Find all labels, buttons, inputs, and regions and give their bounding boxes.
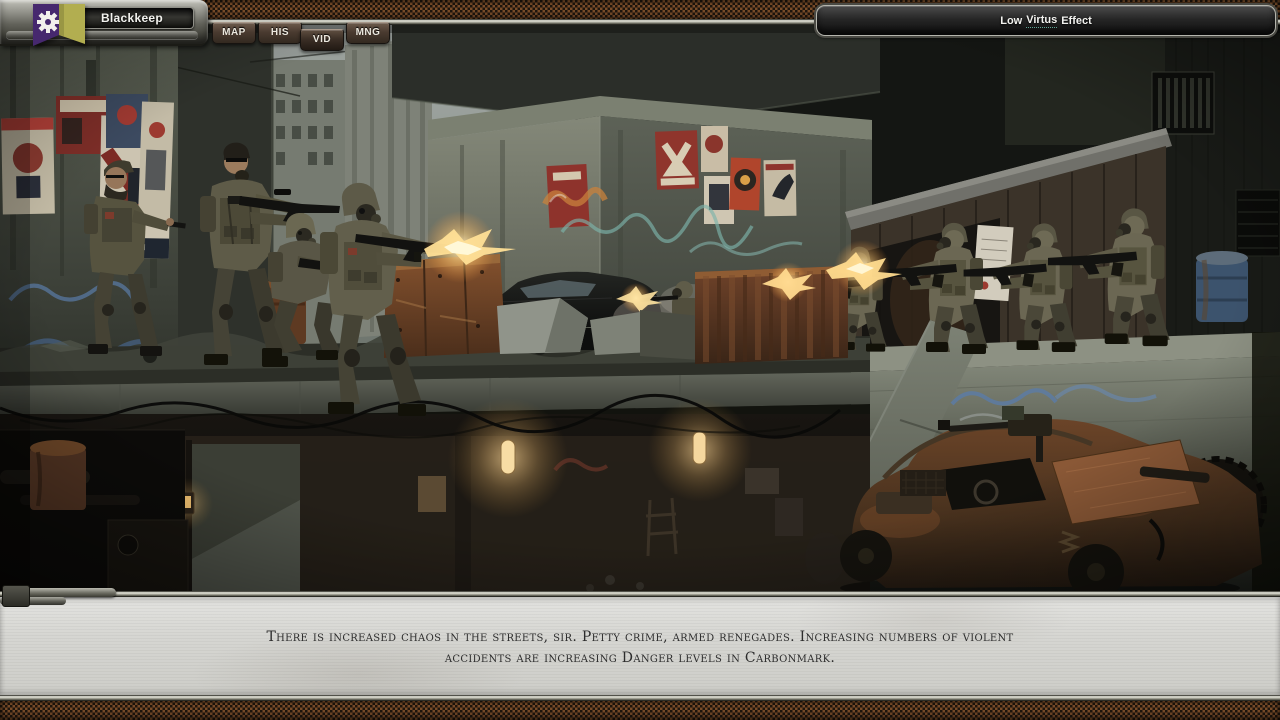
pipe-ornament bbox=[0, 584, 120, 612]
city-name: Blackkeep bbox=[70, 7, 194, 29]
tab-his[interactable]: HIS bbox=[258, 22, 302, 44]
status-keyword-virtus[interactable]: Virtus bbox=[1026, 14, 1057, 28]
status-banner-prefix: Low bbox=[1000, 15, 1022, 27]
chrome-rail-message-bottom bbox=[0, 695, 1280, 701]
city-flag bbox=[33, 4, 85, 54]
battle-scene-illustration bbox=[0, 23, 1280, 593]
city-header-panel: Blackkeep bbox=[0, 0, 208, 46]
view-tabs: MAP HIS VID MNG bbox=[210, 0, 400, 52]
city-flag-button[interactable] bbox=[33, 4, 85, 54]
chrome-mesh-bottom bbox=[0, 700, 1280, 720]
message-panel: There is increased chaos in the streets,… bbox=[0, 596, 1280, 696]
gear-icon bbox=[37, 11, 59, 33]
advisor-message-line: accidents are increasing Danger levels i… bbox=[0, 648, 1280, 669]
status-banner-suffix: Effect bbox=[1061, 15, 1092, 27]
chrome-rail-message-top bbox=[0, 591, 1280, 597]
tab-mng[interactable]: MNG bbox=[346, 22, 390, 44]
status-banner[interactable]: Low Virtus Effect bbox=[816, 5, 1276, 36]
advisor-message: There is increased chaos in the streets,… bbox=[0, 596, 1280, 669]
game-screen: There is increased chaos in the streets,… bbox=[0, 0, 1280, 720]
tab-vid[interactable]: VID bbox=[300, 29, 344, 51]
tab-map[interactable]: MAP bbox=[212, 22, 256, 44]
advisor-message-line: There is increased chaos in the streets,… bbox=[0, 627, 1280, 648]
